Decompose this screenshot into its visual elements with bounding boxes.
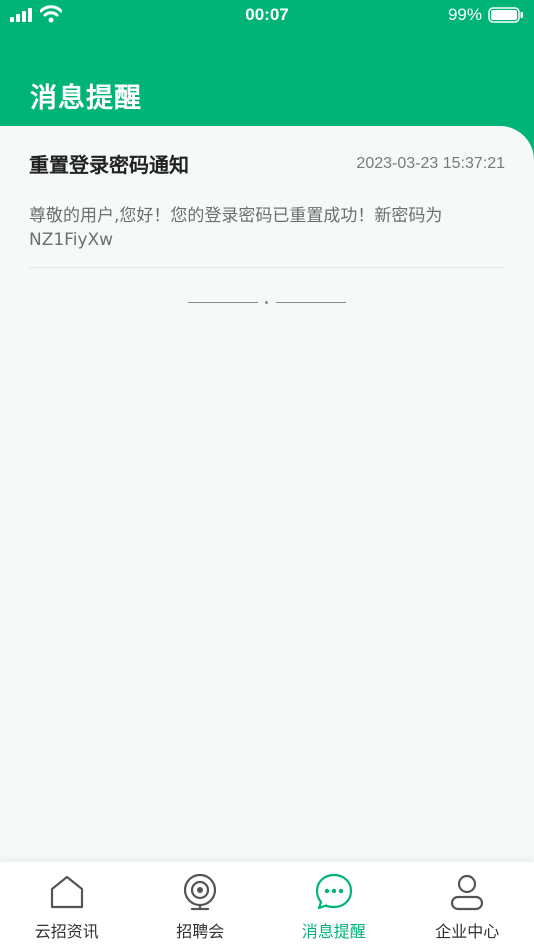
tab-company-center[interactable]: 企业中心 <box>401 862 534 950</box>
page-title: 消息提醒 <box>30 83 142 114</box>
tab-messages[interactable]: 消息提醒 <box>267 862 401 950</box>
tab-job-fair[interactable]: 招聘会 <box>134 862 268 950</box>
person-icon <box>451 874 484 911</box>
home-icon <box>50 875 83 909</box>
battery-percentage: 99% <box>447 5 482 24</box>
message-time: 2023-03-23 15:37:21 <box>356 155 505 172</box>
battery-icon <box>488 7 523 23</box>
camera-icon <box>184 873 217 911</box>
tab-label: 消息提醒 <box>301 922 366 941</box>
message-body: 尊敬的用户,您好！您的登录密码已重置成功！新密码为NZ1FiyXw <box>29 206 443 250</box>
message-title: 重置登录密码通知 <box>29 153 189 177</box>
message-item[interactable]: 重置登录密码通知 2023-03-23 15:37:21 尊敬的用户,您好！您的… <box>29 126 505 268</box>
tab-news[interactable]: 云招资讯 <box>0 862 134 950</box>
tab-label: 招聘会 <box>176 922 225 941</box>
list-end-divider <box>188 301 346 304</box>
tab-bar: 云招资讯 招聘会 消息提醒 企业中心 <box>0 862 534 950</box>
tab-label: 云招资讯 <box>34 922 99 941</box>
chat-icon <box>315 873 352 910</box>
message-list: 重置登录密码通知 2023-03-23 15:37:21 尊敬的用户,您好！您的… <box>0 126 534 862</box>
tab-label: 企业中心 <box>435 922 500 941</box>
status-bar: 00:07 99% <box>0 0 534 30</box>
